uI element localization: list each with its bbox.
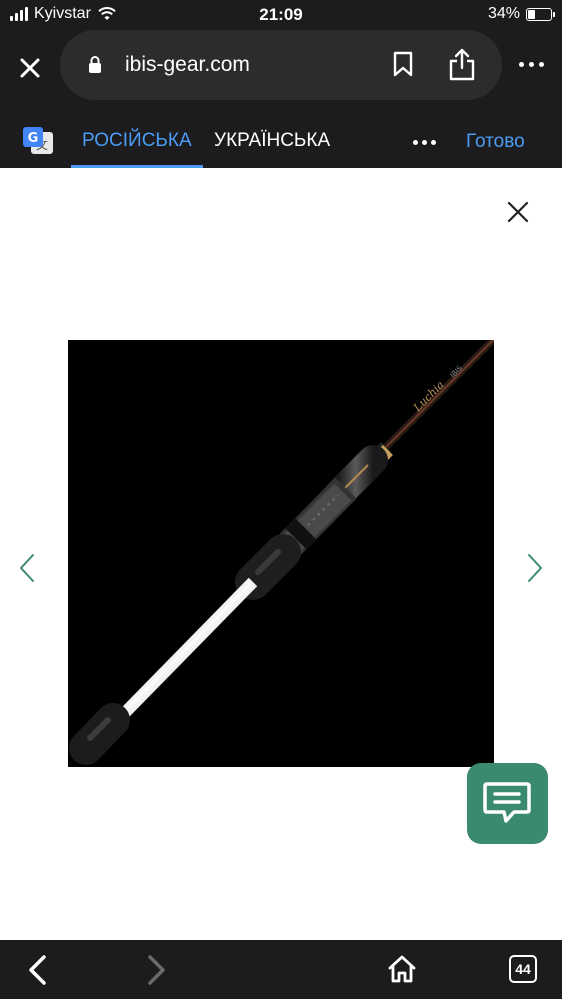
more-menu-icon[interactable] — [519, 62, 544, 67]
status-right: 34% — [487, 5, 555, 23]
url-text[interactable]: ibis-gear.com — [125, 53, 250, 77]
close-icon[interactable] — [14, 52, 46, 84]
browser-bottom-bar: 44 — [0, 940, 562, 999]
tab-language-other[interactable]: УКРАЇНСЬКА — [214, 130, 330, 152]
done-button[interactable]: Готово — [466, 131, 525, 153]
translate-bar: 文 G РОСІЙСЬКА УКРАЇНСЬКА Готово — [0, 102, 562, 168]
product-image: Luchia IBIS — [68, 340, 494, 767]
bookmark-icon[interactable] — [392, 51, 414, 77]
gallery-view: Luchia IBIS — [0, 168, 562, 940]
translate-more-icon[interactable] — [413, 140, 436, 145]
status-bar: Kyivstar 21:09 34% — [0, 0, 562, 30]
tab-language-active[interactable]: РОСІЙСЬКА — [82, 130, 192, 152]
forward-icon[interactable] — [146, 954, 168, 986]
battery-icon — [526, 7, 555, 21]
tabs-button[interactable]: 44 — [509, 955, 537, 983]
battery-fill — [528, 9, 536, 19]
address-bar[interactable]: ibis-gear.com — [60, 30, 502, 100]
prev-image-icon[interactable] — [18, 553, 36, 583]
google-translate-icon: 文 G — [23, 127, 53, 154]
chat-icon — [483, 782, 531, 823]
share-icon[interactable] — [448, 47, 476, 81]
fishing-rod-illustration: Luchia IBIS — [69, 340, 494, 765]
battery-percent: 34% — [487, 5, 520, 22]
lock-icon — [89, 56, 101, 73]
back-icon[interactable] — [26, 954, 48, 986]
clock: 21:09 — [259, 5, 303, 24]
browser-toolbar: ibis-gear.com — [0, 30, 562, 102]
svg-text:G: G — [28, 131, 39, 146]
gallery-close-icon[interactable] — [507, 201, 529, 223]
chat-button[interactable] — [467, 763, 548, 844]
home-icon[interactable] — [388, 955, 416, 983]
next-image-icon[interactable] — [526, 553, 544, 583]
